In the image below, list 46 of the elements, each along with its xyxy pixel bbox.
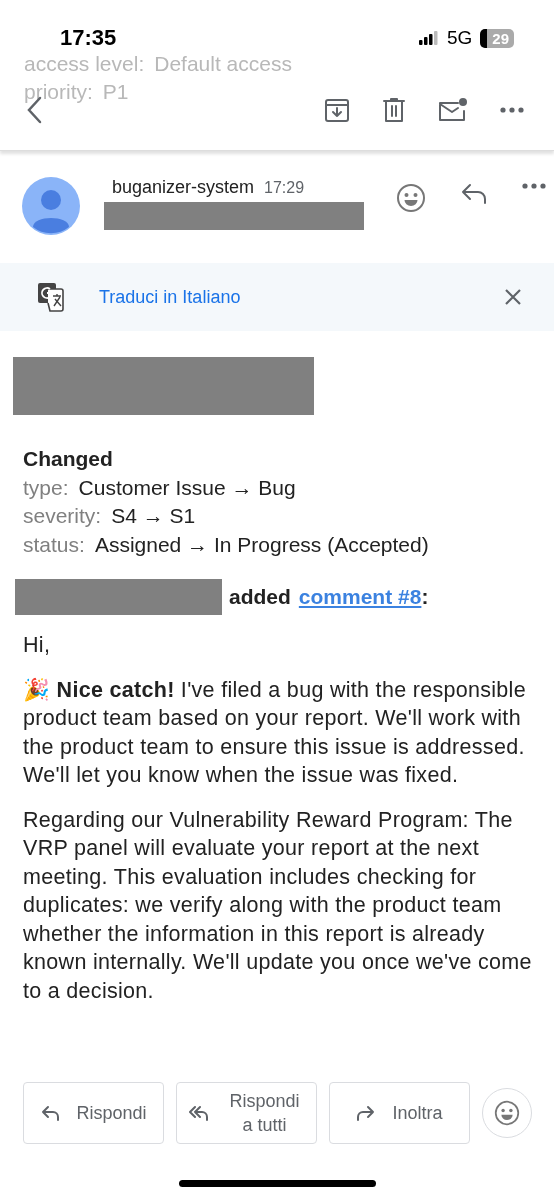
network-type: 5G [446, 27, 473, 49]
background-text: access level: [24, 51, 145, 77]
smiley-icon [396, 183, 426, 213]
sent-time: 17:29 [264, 179, 305, 197]
close-icon [504, 288, 522, 306]
background-text: priority: [24, 79, 93, 105]
translate-link[interactable]: Traduci in Italiano [99, 286, 241, 308]
comment-text: : [421, 585, 429, 609]
field-value: Customer Issue → Bug [78, 474, 296, 501]
more-icon [522, 183, 546, 189]
reply-all-icon [188, 1104, 209, 1122]
smiley-icon [494, 1100, 520, 1126]
status-time: 17:35 [60, 25, 117, 51]
more-button[interactable] [520, 181, 548, 191]
field-label: severity: [23, 503, 102, 529]
field-label: type: [23, 474, 69, 501]
translate-icon [37, 282, 67, 312]
forward-icon [356, 1104, 377, 1122]
sender-name: buganizer-system [112, 177, 255, 198]
reaction-button[interactable] [482, 1088, 532, 1138]
message-paragraph: Hi, [23, 632, 52, 659]
reply-all-button[interactable]: Rispondi a tutti [176, 1082, 317, 1144]
mail-icon [438, 97, 468, 123]
delete-button[interactable] [380, 95, 408, 125]
section-heading: Changed [23, 446, 114, 472]
more-button[interactable] [498, 105, 526, 115]
forward-button[interactable]: Inoltra [329, 1082, 470, 1144]
reply-icon [40, 1104, 61, 1122]
comment-text: added [229, 585, 291, 609]
message-paragraph: 🎉 Nice catch! I've filed a bug with the responsible product team based on your report. We'll work with the product team to ensure this issue is addressed. We'll let you know when the issue was fixed. [23, 676, 527, 789]
signal-icon [418, 31, 439, 45]
more-icon [500, 107, 524, 113]
message-paragraph: Regarding our Vulnerability Reward Program: The VRP panel will evaluate your report at the next meeting. This evaluation includes checking for duplicates: we verify along with the product team whether the information in this report is already known internally. We'll update you once we've come to a decision. [23, 806, 533, 1005]
avatar-icon [22, 177, 80, 235]
reply-button[interactable]: Rispondi [23, 1082, 164, 1144]
field-value: Assigned → In Progress (Accepted) [94, 531, 429, 558]
background-text: P1 [102, 79, 129, 105]
comment-link[interactable]: comment #8 [298, 585, 422, 609]
background-text: Default access [154, 51, 292, 77]
trash-icon [382, 97, 406, 123]
battery-indicator: 29 [480, 28, 514, 48]
field-value: S4 → S1 [111, 503, 196, 529]
field-label: status: [23, 531, 85, 558]
reply-icon [460, 183, 488, 205]
archive-icon [324, 97, 350, 123]
reaction-button[interactable] [394, 181, 428, 215]
